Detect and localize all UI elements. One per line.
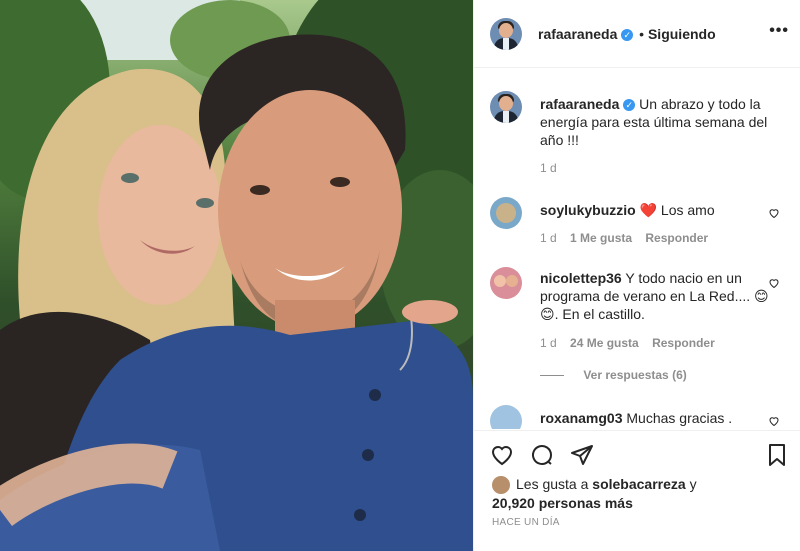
likes-connector: y	[689, 476, 697, 492]
comment-item: nicolettep36 Y todo nacio en un programa…	[490, 267, 790, 387]
replies-divider	[540, 375, 564, 377]
comment-likes[interactable]: 24 Me gusta	[570, 336, 639, 350]
comment-text: roxanamg03 Muchas gracias .	[540, 409, 775, 427]
likes-count[interactable]: 20,920 personas más	[492, 495, 633, 511]
caption-block: rafaaraneda ✓ Un abrazo y todo la energí…	[490, 91, 790, 181]
separator-dot: •	[639, 26, 645, 42]
heart-emoji-icon: ❤️	[639, 202, 658, 218]
comment-time[interactable]: 1 d	[540, 231, 557, 245]
comment-body: Muchas gracias .	[626, 410, 733, 426]
view-replies-label[interactable]: Ver respuestas (6)	[583, 368, 686, 382]
author-username[interactable]: rafaaraneda	[538, 26, 617, 42]
verified-badge-icon: ✓	[623, 99, 636, 112]
photo-illustration	[0, 0, 473, 551]
comment-username[interactable]: nicolettep36	[540, 270, 622, 286]
comment-time[interactable]: 1 d	[540, 336, 557, 350]
comment-username[interactable]: roxanamg03	[540, 410, 622, 426]
comment-username[interactable]: soylukybuzzio	[540, 202, 636, 218]
comment-text: nicolettep36 Y todo nacio en un programa…	[540, 269, 775, 323]
commenter-avatar[interactable]	[490, 267, 522, 299]
post-sidebar: rafaaraneda ✓ • Siguiendo ••• rafaaraned…	[473, 0, 800, 551]
caption-time[interactable]: 1 d	[540, 161, 557, 175]
view-replies-button[interactable]: Ver respuestas (6)	[540, 368, 687, 382]
like-comment-heart-icon[interactable]	[768, 277, 780, 289]
caption-avatar[interactable]	[490, 91, 522, 123]
likes-prefix: Les gusta a	[516, 476, 589, 492]
post-actions: Les gusta a solebacarreza y 20,920 perso…	[474, 430, 800, 551]
comment-meta: 1 d 24 Me gusta Responder	[540, 336, 715, 350]
save-bookmark-icon[interactable]	[765, 443, 789, 467]
share-paper-plane-icon[interactable]	[570, 443, 594, 467]
comment-body: Los amo	[660, 202, 715, 218]
comments-list[interactable]: rafaaraneda ✓ Un abrazo y todo la energí…	[474, 69, 800, 429]
comment-body-tail: . En el castillo.	[554, 306, 645, 322]
caption-username[interactable]: rafaaraneda	[540, 96, 619, 112]
comment-text: soylukybuzzio ❤️ Los amo	[540, 201, 775, 219]
like-comment-heart-icon[interactable]	[768, 207, 780, 219]
comment-item: soylukybuzzio ❤️ Los amo 1 d 1 Me gusta …	[490, 197, 790, 247]
post-timestamp[interactable]: HACE UN DÍA	[492, 517, 560, 528]
commenter-avatar[interactable]	[490, 405, 522, 429]
more-options-icon[interactable]: •••	[769, 22, 789, 40]
post-header: rafaaraneda ✓ • Siguiendo •••	[474, 0, 800, 68]
comment-bubble-icon[interactable]	[530, 443, 554, 467]
like-comment-heart-icon[interactable]	[768, 415, 780, 427]
following-button[interactable]: Siguiendo	[648, 26, 716, 42]
post-photo[interactable]	[0, 0, 473, 551]
verified-badge-icon: ✓	[621, 29, 634, 42]
comment-meta: 1 d 1 Me gusta Responder	[540, 231, 708, 245]
reply-button[interactable]: Responder	[652, 336, 715, 350]
caption-text: rafaaraneda ✓ Un abrazo y todo la energí…	[540, 95, 775, 149]
reply-button[interactable]: Responder	[645, 231, 708, 245]
likes-summary: Les gusta a solebacarreza y 20,920 perso…	[492, 475, 697, 512]
liker-username[interactable]: solebacarreza	[592, 476, 685, 492]
comment-item: roxanamg03 Muchas gracias .	[490, 405, 790, 429]
liker-avatar[interactable]	[492, 476, 510, 495]
author-avatar[interactable]	[490, 18, 522, 50]
commenter-avatar[interactable]	[490, 197, 522, 229]
comment-likes[interactable]: 1 Me gusta	[570, 231, 632, 245]
like-heart-icon[interactable]	[490, 443, 514, 467]
